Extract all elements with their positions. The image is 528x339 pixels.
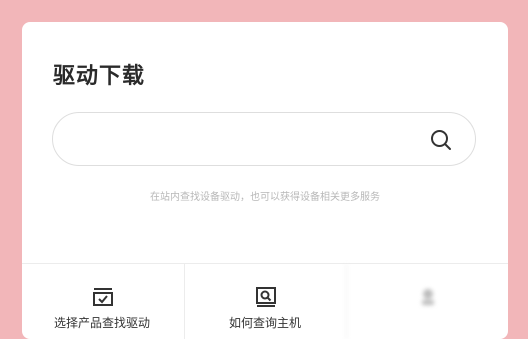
driver-download-card: 驱动下载 在站内查找设备驱动，也可以获得设备相关更多服务 选择产品查找驱动 如何… [22, 22, 508, 339]
search-hint: 在站内查找设备驱动，也可以获得设备相关更多服务 [150, 192, 380, 203]
quick-link-query-host[interactable]: 如何查询主机 [184, 264, 345, 339]
checklist-icon [93, 288, 113, 306]
search-icon[interactable] [429, 128, 453, 152]
page-title: 驱动下载 [53, 64, 146, 89]
quick-link-label: 如何查询主机 [228, 316, 301, 330]
device-icon [422, 289, 434, 305]
search-input[interactable] [75, 127, 399, 153]
search-bar[interactable] [52, 112, 476, 166]
quick-link-device[interactable] [346, 264, 507, 339]
search-document-icon [256, 287, 276, 307]
quick-link-select-product[interactable]: 选择产品查找驱动 [22, 264, 183, 339]
page-frame: 驱动下载 在站内查找设备驱动，也可以获得设备相关更多服务 选择产品查找驱动 如何… [0, 0, 528, 339]
quick-link-label: 选择产品查找驱动 [53, 316, 150, 330]
